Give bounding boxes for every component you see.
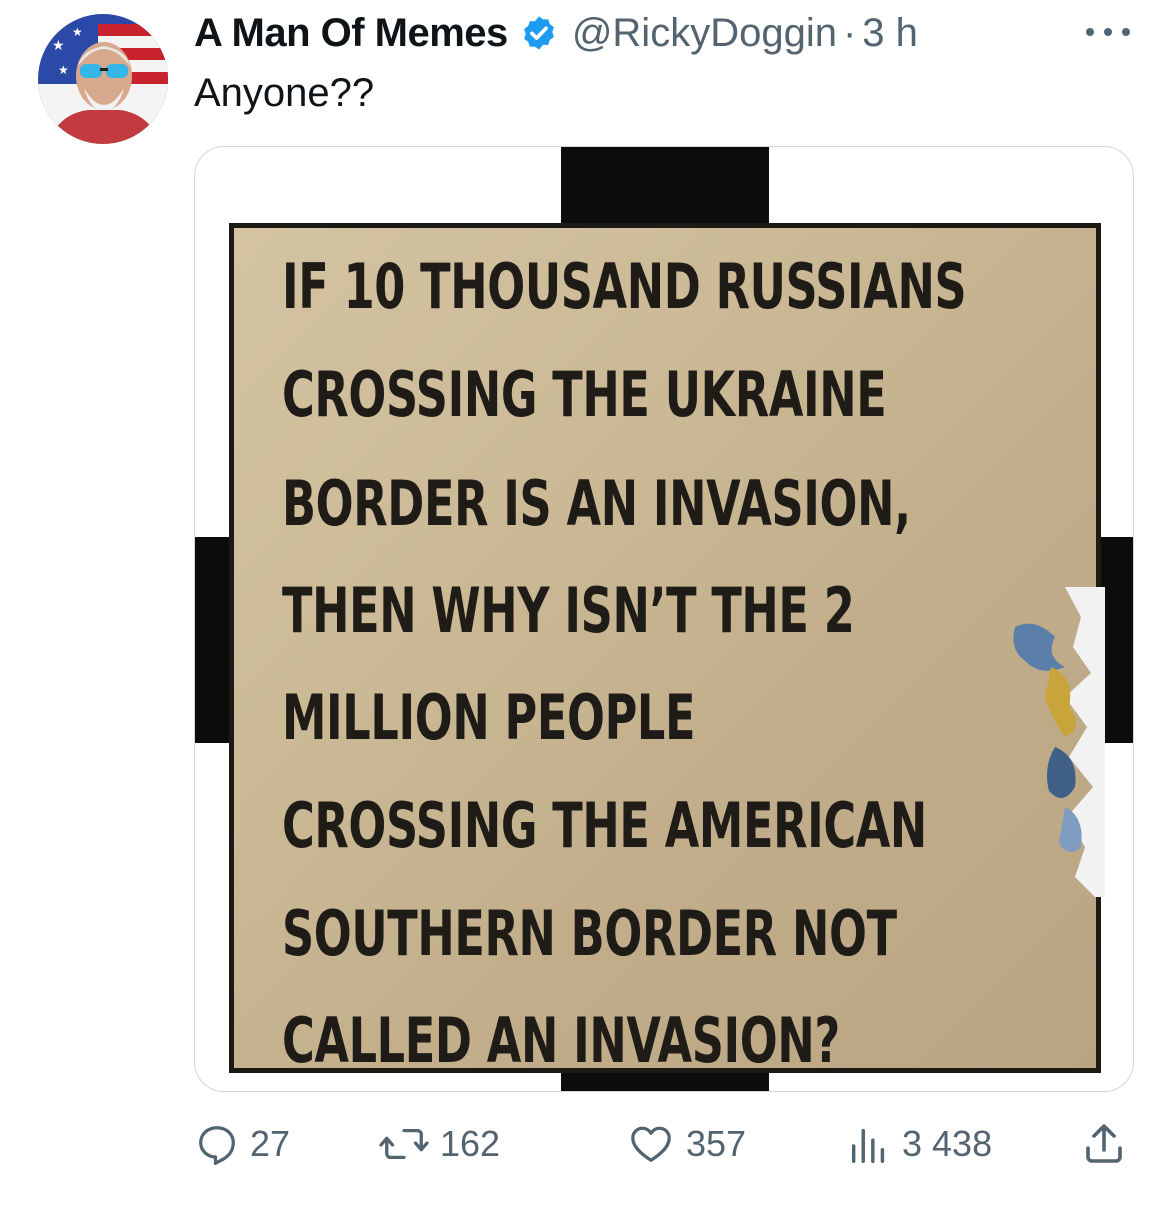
user-handle[interactable]: @RickyDoggin [572,11,837,56]
meme-line: THEN WHY ISN’T THE 2 [282,574,855,647]
svg-text:★: ★ [52,37,65,53]
tweet-actions: 27 162 357 3 438 [194,1116,1132,1172]
meme-line: SOUTHERN BORDER NOT [282,897,897,970]
cross-bar-top [561,147,769,227]
meme-line: CROSSING THE UKRAINE [282,358,887,431]
more-horizontal-icon[interactable] [1086,22,1130,42]
meme-line: BORDER IS AN INVASION, [282,467,911,540]
meme-line: CROSSING THE AMERICAN [282,789,927,862]
like-button[interactable]: 357 [626,1116,746,1172]
avatar[interactable]: ★ ★ ★ [38,14,168,144]
display-name[interactable]: A Man Of Memes [194,11,508,56]
meme-line: CALLED AN INVASION? [282,1004,840,1077]
repost-button[interactable]: 162 [378,1116,500,1172]
meme-sign: IF 10 THOUSAND RUSSIANS CROSSING THE UKR… [229,223,1101,1073]
svg-text:★: ★ [72,25,83,39]
tweet-header: A Man Of Memes @RickyDoggin · 3 h [194,8,918,58]
timestamp[interactable]: 3 h [862,11,918,56]
avatar-image: ★ ★ ★ [38,14,168,144]
reply-button[interactable]: 27 [194,1116,290,1172]
views-count: 3 438 [902,1123,993,1164]
reply-icon [199,1126,235,1165]
more-dot [1122,28,1130,36]
heart-icon [631,1126,671,1162]
share-icon [1086,1124,1122,1163]
tweet-media[interactable]: IF 10 THOUSAND RUSSIANS CROSSING THE UKR… [194,146,1134,1092]
repost-count: 162 [440,1123,501,1164]
repost-icon [379,1128,429,1160]
separator-dot: · [842,10,857,55]
more-dot [1086,28,1094,36]
share-button[interactable] [1080,1116,1128,1172]
torn-flag-decoration [1013,587,1105,897]
like-count: 357 [686,1123,747,1164]
more-dot [1104,28,1112,36]
svg-text:★: ★ [58,63,69,77]
reply-count: 27 [250,1123,291,1164]
meme-line: IF 10 THOUSAND RUSSIANS [282,250,967,323]
views-icon [851,1128,885,1163]
meme-line: MILLION PEOPLE [282,681,696,754]
views-button[interactable]: 3 438 [846,1116,992,1172]
tweet-text: Anyone?? [194,71,375,115]
verified-badge-icon[interactable] [520,14,558,52]
